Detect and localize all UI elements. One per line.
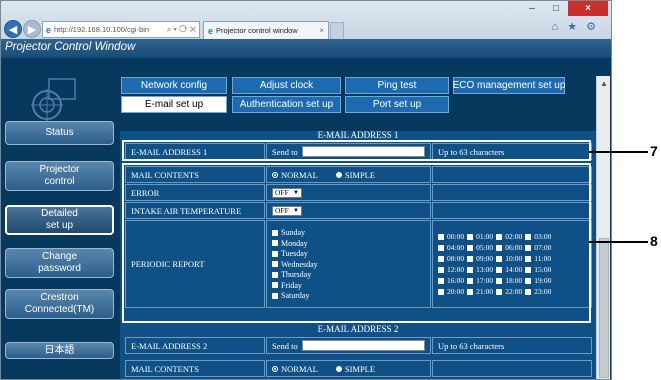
page-title: Projector Control Window	[5, 41, 136, 53]
address-url: http://192.168.10.100/cgi-bin	[54, 25, 150, 34]
tab-favicon-icon: e	[208, 25, 214, 36]
email2-normal-radio[interactable]: NORMAL	[272, 364, 318, 374]
header-divider	[1, 57, 611, 58]
email2-simple-radio[interactable]: SIMPLE	[335, 363, 376, 374]
empty-cell	[432, 360, 592, 377]
side-crestron-button[interactable]: Crestron Connected(TM)	[5, 289, 114, 319]
new-tab-button[interactable]	[330, 22, 344, 39]
tab-adjust-clock[interactable]: Adjust clock	[232, 77, 341, 94]
email2-address-input[interactable]	[301, 340, 425, 351]
browser-window: – □ × ◀ ▶ e http://192.168.10.100/cgi-bi…	[0, 0, 612, 380]
page-header: Projector Control Window	[1, 39, 611, 57]
email2-limit-note: Up to 63 characters	[432, 337, 592, 354]
page-scrollbar[interactable]: ▲	[596, 76, 611, 379]
email2-address-label: E-MAIL ADDRESS 2	[125, 337, 265, 354]
email2-normal-label: NORMAL	[281, 363, 318, 374]
tab-authentication-setup[interactable]: Authentication set up	[232, 96, 341, 113]
tab-port-setup[interactable]: Port set up	[345, 96, 449, 113]
scroll-up-icon[interactable]: ▲	[597, 76, 611, 90]
projector-logo-icon	[31, 78, 76, 121]
tab-eco-management[interactable]: ECO management set up	[453, 77, 565, 94]
tab-close-icon[interactable]: ×	[319, 26, 324, 35]
address-bar[interactable]: e http://192.168.10.100/cgi-bin ⌕ ▾ ⟳ ✕	[42, 21, 200, 38]
email2-sendto-cell: Send to	[266, 337, 431, 354]
maximize-button[interactable]: □	[544, 1, 568, 16]
side-change-password-button[interactable]: Change password	[5, 248, 114, 278]
callout-8-frame	[122, 163, 591, 323]
back-arrow-icon: ◀	[8, 23, 18, 36]
email1-section-title: E-MAIL ADDRESS 1	[317, 131, 399, 140]
side-japanese-button[interactable]: 日本語	[5, 342, 114, 359]
tab-ping-test[interactable]: Ping test	[345, 77, 449, 94]
minimize-button[interactable]: –	[520, 1, 544, 16]
email2-mail-contents-row: MAIL CONTENTS NORMAL SIMPLE	[125, 360, 592, 377]
radio-unselected-icon	[335, 365, 342, 372]
scroll-thumb[interactable]	[599, 238, 609, 378]
tab-network-config[interactable]: Network config	[121, 77, 227, 94]
forward-button[interactable]: ▶	[23, 20, 41, 38]
email2-simple-label: SIMPLE	[344, 363, 376, 374]
email2-section-title: E-MAIL ADDRESS 2	[317, 324, 399, 334]
back-button[interactable]: ◀	[4, 20, 22, 38]
email2-sendto-label: Send to	[272, 340, 298, 351]
callout-8-number: 8	[650, 233, 658, 249]
email2-address-row: E-MAIL ADDRESS 2 Send to Up to 63 charac…	[125, 337, 592, 354]
callout-7-number: 7	[650, 143, 658, 159]
close-window-button[interactable]: ×	[568, 1, 608, 16]
email2-mail-contents-label: MAIL CONTENTS	[125, 360, 265, 377]
side-projector-control-button[interactable]: Projector control	[5, 161, 114, 191]
browser-tab[interactable]: e Projector control window ×	[203, 21, 329, 39]
projector-page: Projector Control Window Status Projecto…	[1, 39, 611, 379]
radio-selected-icon	[272, 365, 278, 372]
window-controls: – □ ×	[520, 1, 608, 16]
browser-titlebar: – □ × ◀ ▶ e http://192.168.10.100/cgi-bi…	[1, 1, 611, 39]
callout-7-line	[589, 151, 648, 153]
address-search-refresh-icons[interactable]: ⌕ ▾ ⟳ ✕	[167, 25, 196, 35]
forward-arrow-icon: ▶	[27, 23, 37, 36]
tab-email-setup[interactable]: E-mail set up	[121, 96, 227, 113]
side-status-button[interactable]: Status	[5, 121, 114, 145]
callout-7-frame	[122, 140, 591, 161]
ie-page-icon: e	[46, 24, 52, 35]
side-detailed-setup-button[interactable]: Detailed set up	[5, 205, 114, 235]
tab-title: Projector control window	[216, 26, 298, 35]
callout-8-line	[589, 241, 648, 243]
browser-toolbar-icons[interactable]: ⌂ ★ ⚙	[552, 20, 599, 33]
email2-mail-contents-options: NORMAL SIMPLE	[266, 360, 431, 377]
